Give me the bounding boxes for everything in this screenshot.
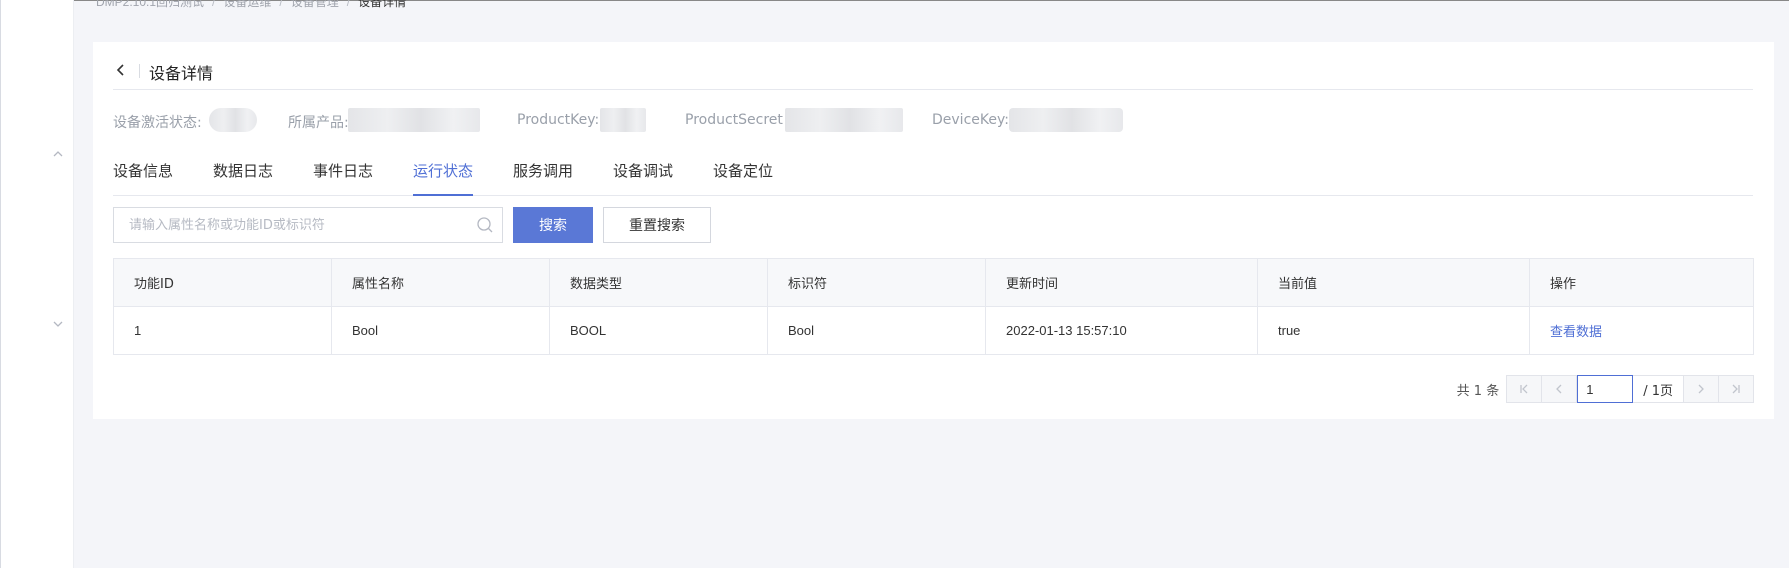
device-key-value-redacted [1009,108,1123,132]
breadcrumb: DMP2.10.1回归测试 / 设备运维 / 设备管理 / 设备详情 [96,0,406,11]
activation-status-label: 设备激活状态: [113,115,202,131]
tab-bar: 设备信息 数据日志 事件日志 运行状态 服务调用 设备调试 设备定位 [113,154,1753,196]
sidebar [0,0,74,568]
breadcrumb-item-project[interactable]: DMP2.10.1回归测试 [96,0,204,9]
cell-current-value: true [1257,306,1530,355]
page-number-input[interactable] [1577,375,1634,403]
breadcrumb-separator: / [212,0,216,9]
chevron-left-icon[interactable] [113,62,129,78]
header-divider [139,64,140,78]
view-data-link[interactable]: 查看数据 [1550,325,1602,340]
product-key-value-redacted [600,108,646,132]
table-header-row: 功能ID 属性名称 数据类型 标识符 更新时间 当前值 操作 [113,258,1754,307]
cell-updated-time: 2022-01-13 15:57:10 [985,306,1258,355]
next-page-icon[interactable] [1683,375,1719,403]
search-input[interactable] [114,208,464,242]
column-header-current-value: 当前值 [1257,258,1530,307]
product-label: 所属产品: [288,115,349,131]
column-header-updated-time: 更新时间 [985,258,1258,307]
column-header-property-name: 属性名称 [331,258,550,307]
column-header-identifier: 标识符 [767,258,986,307]
card-header: 设备详情 [113,56,1753,90]
device-key-label: DeviceKey: [932,112,1009,128]
last-page-icon[interactable] [1718,375,1754,403]
pagination: 共 1 条 / 1页 [1457,375,1754,403]
pagination-total: 共 1 条 [1456,383,1500,399]
breadcrumb-separator: / [346,0,351,9]
product-secret-label: ProductSecret [685,112,783,128]
cell-identifier: Bool [767,306,986,355]
tab-data-log[interactable]: 数据日志 [213,160,273,196]
breadcrumb-item-device-management[interactable]: 设备管理 [291,0,339,9]
tab-running-status[interactable]: 运行状态 [413,160,474,196]
sidebar-edge [0,0,1,568]
page-total: / 1页 [1633,375,1684,403]
tab-device-info[interactable]: 设备信息 [113,160,173,196]
device-info-row: 设备激活状态: 所属产品: ProductKey: ProductSecret … [113,108,1753,134]
breadcrumb-item-ops[interactable]: 设备运维 [223,0,271,9]
prev-page-icon[interactable] [1541,375,1578,403]
first-page-icon[interactable] [1506,375,1543,403]
search-button[interactable]: 搜索 [513,207,593,243]
search-icon[interactable] [476,216,494,234]
chevron-up-icon[interactable] [52,148,64,160]
activation-status-value-redacted [209,108,257,132]
column-header-actions: 操作 [1529,258,1754,307]
cell-property-name: Bool [331,306,550,355]
cell-data-type: BOOL [549,306,768,355]
column-header-data-type: 数据类型 [549,258,768,307]
product-value-redacted [348,108,480,132]
cell-function-id: 1 [113,306,332,355]
tab-event-log[interactable]: 事件日志 [313,160,373,196]
tab-service-call[interactable]: 服务调用 [513,160,573,196]
product-secret-value-redacted [785,108,903,132]
column-header-function-id: 功能ID [113,258,332,307]
breadcrumb-separator: / [279,0,283,9]
property-table: 功能ID 属性名称 数据类型 标识符 更新时间 当前值 操作 1 Bool BO… [113,258,1754,355]
cell-actions: 查看数据 [1529,306,1754,355]
search-box [113,207,503,243]
tab-device-location[interactable]: 设备定位 [713,160,773,196]
chevron-down-icon[interactable] [52,318,64,330]
tab-device-debug[interactable]: 设备调试 [613,160,673,196]
table-row: 1 Bool BOOL Bool 2022-01-13 15:57:10 tru… [113,306,1754,355]
breadcrumb-item-current: 设备详情 [358,0,407,9]
product-key-label: ProductKey: [517,112,600,128]
reset-search-button[interactable]: 重置搜索 [603,207,711,243]
device-detail-card: 设备详情 设备激活状态: 所属产品: ProductKey: ProductSe… [93,42,1774,419]
page-title: 设备详情 [149,64,214,83]
